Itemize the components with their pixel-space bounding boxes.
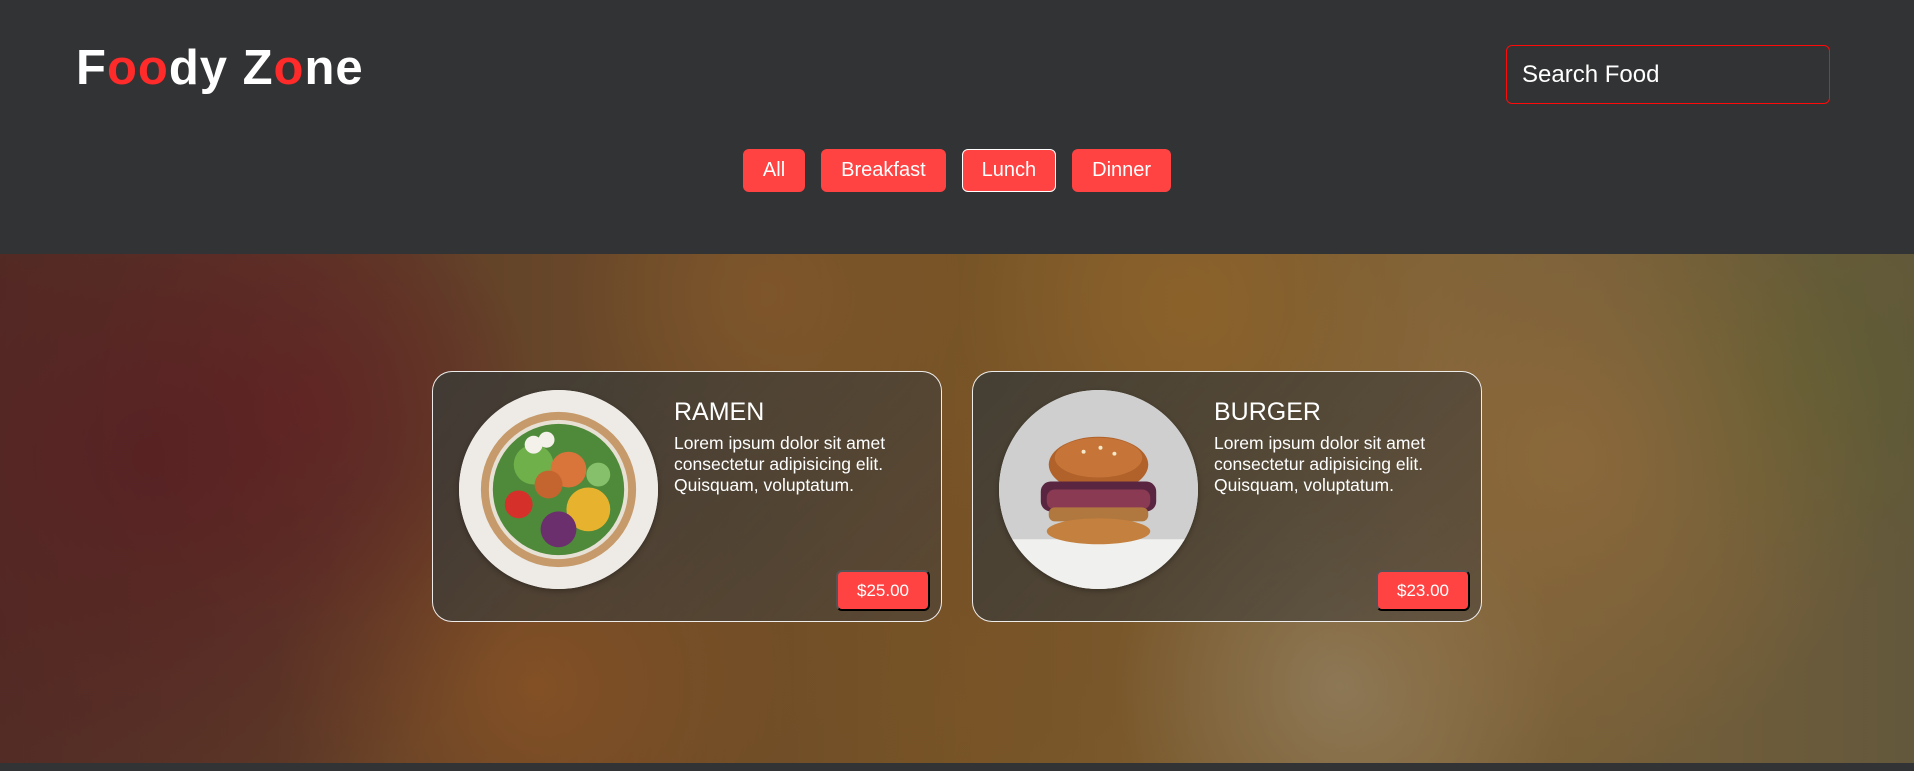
- logo-part: ne: [304, 41, 364, 95]
- logo-part: dy Z: [168, 41, 274, 95]
- food-cards: RAMEN Lorem ipsum dolor sit amet consect…: [0, 371, 1914, 622]
- search-input[interactable]: [1506, 45, 1830, 104]
- food-name: RAMEN: [674, 398, 765, 426]
- page: Foody Zone All Breakfast Lunch Dinner: [0, 0, 1914, 771]
- food-card: RAMEN Lorem ipsum dolor sit amet consect…: [432, 371, 942, 622]
- filter-lunch-button[interactable]: Lunch: [961, 149, 1057, 192]
- header: Foody Zone All Breakfast Lunch Dinner: [0, 0, 1914, 254]
- logo-part-accent: o: [273, 41, 305, 95]
- filter-breakfast-button[interactable]: Breakfast: [821, 149, 946, 192]
- food-name: BURGER: [1214, 398, 1321, 426]
- price-button[interactable]: $25.00: [836, 570, 930, 611]
- logo-part-accent: oo: [106, 41, 169, 95]
- logo: Foody Zone: [76, 40, 364, 96]
- burger-icon: [999, 390, 1198, 589]
- food-description: Lorem ipsum dolor sit amet consectetur a…: [674, 433, 886, 495]
- food-card: BURGER Lorem ipsum dolor sit amet consec…: [972, 371, 1482, 622]
- food-description: Lorem ipsum dolor sit amet consectetur a…: [1214, 433, 1426, 495]
- filter-dinner-button[interactable]: Dinner: [1072, 149, 1172, 192]
- salad-bowl-icon: [459, 390, 658, 589]
- food-section: RAMEN Lorem ipsum dolor sit amet consect…: [0, 254, 1914, 763]
- logo-part: F: [76, 41, 107, 95]
- filter-bar: All Breakfast Lunch Dinner: [0, 149, 1914, 192]
- filter-all-button[interactable]: All: [742, 149, 806, 192]
- price-button[interactable]: $23.00: [1376, 570, 1470, 611]
- footer-strip: [0, 763, 1914, 771]
